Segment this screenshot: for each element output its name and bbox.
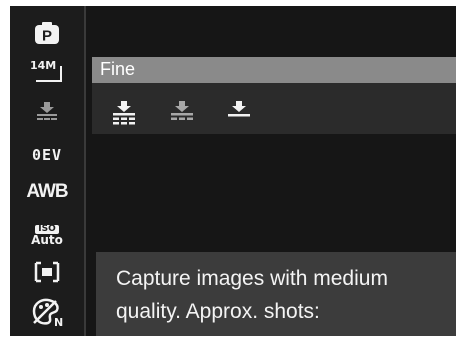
iso-glyph: ISO Auto [31, 224, 63, 247]
exposure-compensation-label[interactable]: 0EV [10, 144, 84, 166]
selected-quality-label[interactable]: Fine [100, 59, 135, 80]
program-mode-glyph: P [35, 22, 59, 45]
svg-text:N: N [54, 316, 63, 327]
super-fine-icon [113, 101, 135, 125]
quality-icon[interactable] [10, 98, 84, 126]
color-mode-glyph: N [32, 298, 63, 327]
mode-letter: P [42, 28, 52, 45]
white-balance-label[interactable]: AWB [10, 179, 84, 205]
selected-row-highlight [92, 57, 456, 83]
image-size-glyph: 14M [30, 59, 64, 83]
quality-options-strip [92, 83, 456, 134]
settings-sidebar: P 14M 0EV AWB ISO Auto N [10, 6, 84, 336]
help-line-2: quality. Approx. shots: [116, 300, 320, 323]
fine-option[interactable] [167, 101, 197, 127]
iso-setting[interactable]: ISO Auto [10, 218, 84, 252]
metering-glyph [34, 261, 60, 283]
metering-icon[interactable] [10, 258, 84, 286]
quality-fine-glyph [37, 102, 57, 120]
super-fine-option[interactable] [109, 101, 139, 127]
iso-value: Auto [31, 232, 63, 247]
image-size-label: 14M [30, 59, 58, 72]
camera-menu-screen: P 14M 0EV AWB ISO Auto N Fine Capture im… [10, 6, 456, 336]
normal-icon [228, 101, 250, 117]
color-mode-icon[interactable]: N [10, 296, 84, 328]
help-line-1: Capture images with medium [116, 267, 388, 290]
normal-option[interactable] [224, 101, 254, 127]
fine-icon [171, 101, 193, 120]
help-description-box: Capture images with medium quality. Appr… [96, 252, 456, 336]
program-mode-icon[interactable]: P [10, 18, 84, 48]
help-text: Capture images with medium quality. Appr… [116, 262, 446, 328]
image-size-icon[interactable]: 14M [10, 56, 84, 86]
